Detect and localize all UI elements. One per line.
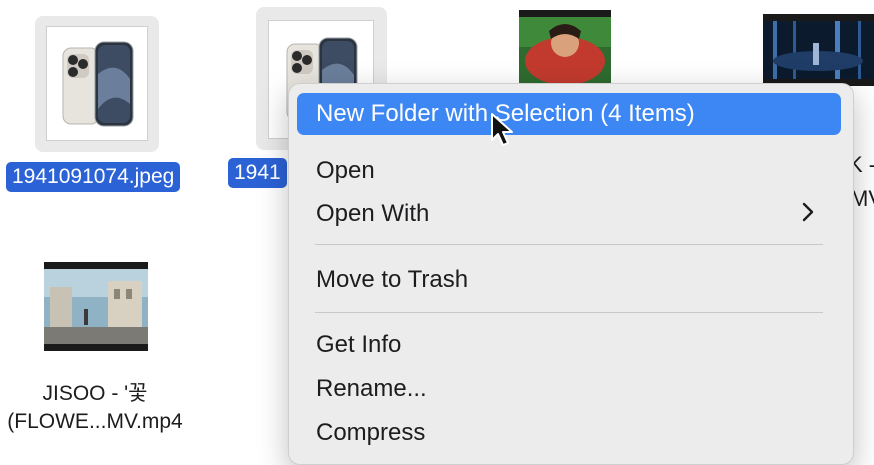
video-thumbnail [519,10,611,90]
menu-item-label: Rename... [316,375,427,402]
menu-item-compress[interactable]: Compress [297,412,841,454]
menu-item-label: Get Info [316,331,402,358]
file-name-line-2: (FLOWE...MV.mp4 [7,410,183,433]
file-name-line-1: JISOO - '꽃 [42,382,148,405]
menu-item-label: Open [316,157,375,184]
menu-item-open[interactable]: Open [297,150,841,192]
context-menu: New Folder with Selection (4 Items) Open… [288,83,854,465]
menu-item-label: Compress [316,419,426,446]
file-name-label[interactable]: 1941 [228,158,287,188]
video-thumbnail [763,14,874,86]
menu-item-get-info[interactable]: Get Info [297,324,841,366]
menu-item-rename[interactable]: Rename... [297,368,841,410]
iphone-image-thumbnail [46,26,148,141]
menu-item-move-to-trash[interactable]: Move to Trash [297,259,841,301]
file-name-label[interactable]: 1941091074.jpeg [6,162,181,192]
menu-item-open-with[interactable]: Open With [297,193,841,235]
menu-item-label: Move to Trash [316,266,469,293]
chevron-right-icon [801,199,815,230]
menu-separator [315,312,823,313]
mouse-pointer-icon [490,112,516,153]
menu-separator [315,244,823,245]
menu-item-new-folder-with-selection[interactable]: New Folder with Selection (4 Items) [297,93,841,135]
menu-item-label: Open With [316,200,430,227]
video-thumbnail [44,262,148,351]
file-name-label[interactable]: JISOO - '꽃 (FLOWE...MV.mp4 [0,380,190,436]
